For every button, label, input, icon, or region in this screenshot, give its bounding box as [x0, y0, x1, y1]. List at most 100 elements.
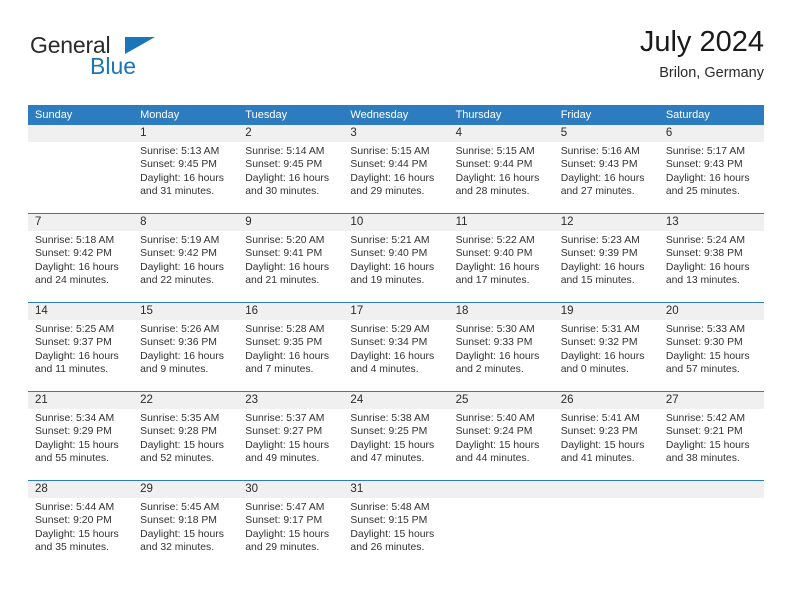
calendar-week-row: 14 15 16 17 18 19 20 Sunrise: 5:25 AM Sunset: 9:… [28, 303, 764, 392]
day-number[interactable]: 31 [343, 481, 448, 498]
day-number[interactable]: 29 [133, 481, 238, 498]
day-number[interactable]: 11 [449, 214, 554, 231]
day-cell[interactable]: Sunrise: 5:31 AM Sunset: 9:32 PM Daylight:… [554, 320, 659, 391]
day-detail-line: and 29 minutes. [245, 542, 320, 554]
day-cell[interactable]: Sunrise: 5:37 AM Sunset: 9:27 PM Daylight:… [238, 409, 343, 480]
day-cell[interactable]: Sunrise: 5:20 AM Sunset: 9:41 PM Daylight:… [238, 231, 343, 302]
week-date-band: 14 15 16 17 18 19 20 [28, 303, 764, 320]
day-number[interactable]: 6 [659, 125, 764, 142]
day-number[interactable]: 15 [133, 303, 238, 320]
day-cell[interactable]: Sunrise: 5:38 AM Sunset: 9:25 PM Daylight:… [343, 409, 448, 480]
day-cell[interactable]: Sunrise: 5:28 AM Sunset: 9:35 PM Daylight:… [238, 320, 343, 391]
day-cell[interactable]: Sunrise: 5:45 AM Sunset: 9:18 PM Daylight:… [133, 498, 238, 569]
day-detail-line: Daylight: 16 hours [140, 261, 224, 273]
day-number[interactable]: 3 [343, 125, 448, 142]
day-detail-line: Daylight: 16 hours [455, 261, 540, 273]
brand-name-blue: Blue [90, 53, 137, 79]
day-number[interactable]: 26 [554, 392, 659, 409]
day-cell[interactable]: Sunrise: 5:34 AM Sunset: 9:29 PM Daylight:… [28, 409, 133, 480]
day-number[interactable]: 16 [238, 303, 343, 320]
day-cell[interactable]: Sunrise: 5:15 AM Sunset: 9:44 PM Daylight:… [343, 142, 448, 213]
calendar-week-row: 21 22 23 24 25 26 27 Sunrise: 5:34 AM Sunset: 9:… [28, 392, 764, 481]
day-cell[interactable]: Sunrise: 5:33 AM Sunset: 9:30 PM Daylight:… [659, 320, 764, 391]
page-header: General Blue July 2024 Brilon, Germany [28, 26, 764, 98]
day-cell[interactable]: Sunrise: 5:44 AM Sunset: 9:20 PM Daylight:… [28, 498, 133, 569]
day-number[interactable]: 13 [659, 214, 764, 231]
day-number[interactable]: 27 [659, 392, 764, 409]
day-cell[interactable]: Sunrise: 5:24 AM Sunset: 9:38 PM Daylight:… [659, 231, 764, 302]
day-detail-line: and 29 minutes. [350, 186, 425, 198]
day-detail-line: and 4 minutes. [350, 364, 419, 376]
day-number[interactable]: 4 [449, 125, 554, 142]
week-detail-band: Sunrise: 5:44 AM Sunset: 9:20 PM Daylight:… [28, 498, 764, 569]
day-cell[interactable]: Sunrise: 5:47 AM Sunset: 9:17 PM Daylight:… [238, 498, 343, 569]
day-detail-line: Sunset: 9:32 PM [560, 337, 638, 349]
day-detail-line: Daylight: 16 hours [350, 350, 435, 362]
day-detail-line: Sunset: 9:34 PM [350, 337, 428, 349]
day-detail-line: Daylight: 16 hours [455, 350, 540, 362]
day-number[interactable]: 18 [449, 303, 554, 320]
day-number[interactable]: 2 [238, 125, 343, 142]
day-cell[interactable]: Sunrise: 5:40 AM Sunset: 9:24 PM Daylight:… [449, 409, 554, 480]
day-number[interactable]: 23 [238, 392, 343, 409]
brand-logo[interactable]: General Blue [28, 26, 288, 86]
day-detail-line: Daylight: 16 hours [455, 172, 540, 184]
day-number[interactable]: 28 [28, 481, 133, 498]
day-cell[interactable]: Sunrise: 5:48 AM Sunset: 9:15 PM Daylight:… [343, 498, 448, 569]
day-cell[interactable]: Sunrise: 5:26 AM Sunset: 9:36 PM Daylight:… [133, 320, 238, 391]
day-cell[interactable]: Sunrise: 5:41 AM Sunset: 9:23 PM Daylight:… [554, 409, 659, 480]
day-number[interactable]: 7 [28, 214, 133, 231]
day-number[interactable]: 10 [343, 214, 448, 231]
day-detail-line: Sunrise: 5:25 AM [35, 324, 115, 335]
day-number[interactable]: 21 [28, 392, 133, 409]
week-date-band: 123456 [28, 125, 764, 142]
day-detail-line: Daylight: 15 hours [455, 439, 540, 451]
day-cell[interactable]: Sunrise: 5:22 AM Sunset: 9:40 PM Daylight:… [449, 231, 554, 302]
day-detail-line: and 31 minutes. [140, 186, 215, 198]
day-number[interactable]: 17 [343, 303, 448, 320]
day-cell[interactable]: Sunrise: 5:21 AM Sunset: 9:40 PM Daylight:… [343, 231, 448, 302]
day-detail-line: Sunrise: 5:28 AM [245, 324, 325, 335]
day-cell[interactable]: Sunrise: 5:29 AM Sunset: 9:34 PM Daylight:… [343, 320, 448, 391]
day-cell[interactable]: Sunrise: 5:30 AM Sunset: 9:33 PM Daylight:… [449, 320, 554, 391]
day-detail-line: Sunrise: 5:45 AM [140, 502, 220, 513]
day-number[interactable]: 9 [238, 214, 343, 231]
day-detail-line: and 30 minutes. [245, 186, 320, 198]
day-number[interactable]: 5 [554, 125, 659, 142]
day-number[interactable]: 19 [554, 303, 659, 320]
day-cell[interactable]: Sunrise: 5:23 AM Sunset: 9:39 PM Daylight:… [554, 231, 659, 302]
day-number[interactable]: 12 [554, 214, 659, 231]
day-cell[interactable]: Sunrise: 5:18 AM Sunset: 9:42 PM Daylight:… [28, 231, 133, 302]
day-cell[interactable]: Sunrise: 5:15 AM Sunset: 9:44 PM Daylight:… [449, 142, 554, 213]
day-cell[interactable]: Sunrise: 5:19 AM Sunset: 9:42 PM Daylight:… [133, 231, 238, 302]
day-cell[interactable]: Sunrise: 5:13 AM Sunset: 9:45 PM Daylight:… [133, 142, 238, 213]
day-number[interactable]: 14 [28, 303, 133, 320]
day-cell[interactable]: Sunrise: 5:16 AM Sunset: 9:43 PM Daylight:… [554, 142, 659, 213]
day-detail-line: Sunrise: 5:21 AM [350, 235, 430, 246]
day-cell[interactable]: Sunrise: 5:14 AM Sunset: 9:45 PM Daylight:… [238, 142, 343, 213]
day-number[interactable]: 25 [449, 392, 554, 409]
day-detail-line: Sunset: 9:44 PM [455, 159, 533, 171]
day-detail-line: Sunrise: 5:24 AM [665, 235, 745, 246]
empty-day-number [659, 481, 764, 498]
day-number[interactable]: 20 [659, 303, 764, 320]
day-detail-line: Sunrise: 5:41 AM [560, 413, 640, 424]
day-detail-line: Sunset: 9:37 PM [35, 337, 112, 349]
day-cell[interactable]: Sunrise: 5:42 AM Sunset: 9:21 PM Daylight:… [659, 409, 764, 480]
day-detail-line: and 24 minutes. [35, 275, 109, 287]
day-cell[interactable]: Sunrise: 5:35 AM Sunset: 9:28 PM Daylight:… [133, 409, 238, 480]
day-detail-line: Sunset: 9:44 PM [350, 159, 428, 171]
empty-day-cell [554, 498, 659, 569]
weekday-header-thursday: Thursday [455, 109, 502, 121]
calendar-week-row: 28 29 30 31 Sunrise: 5:44 AM Sunset: 9:20 PM D… [28, 481, 764, 569]
day-number[interactable]: 30 [238, 481, 343, 498]
day-detail-line: Sunset: 9:39 PM [560, 248, 638, 260]
day-detail-line: Sunrise: 5:42 AM [665, 413, 745, 424]
day-number[interactable]: 24 [343, 392, 448, 409]
day-cell[interactable]: Sunrise: 5:25 AM Sunset: 9:37 PM Daylight:… [28, 320, 133, 391]
day-number[interactable]: 8 [133, 214, 238, 231]
day-number[interactable]: 1 [133, 125, 238, 142]
day-cell[interactable]: Sunrise: 5:17 AM Sunset: 9:43 PM Daylight:… [659, 142, 764, 213]
weekday-header-monday: Monday [140, 109, 180, 121]
day-number[interactable]: 22 [133, 392, 238, 409]
